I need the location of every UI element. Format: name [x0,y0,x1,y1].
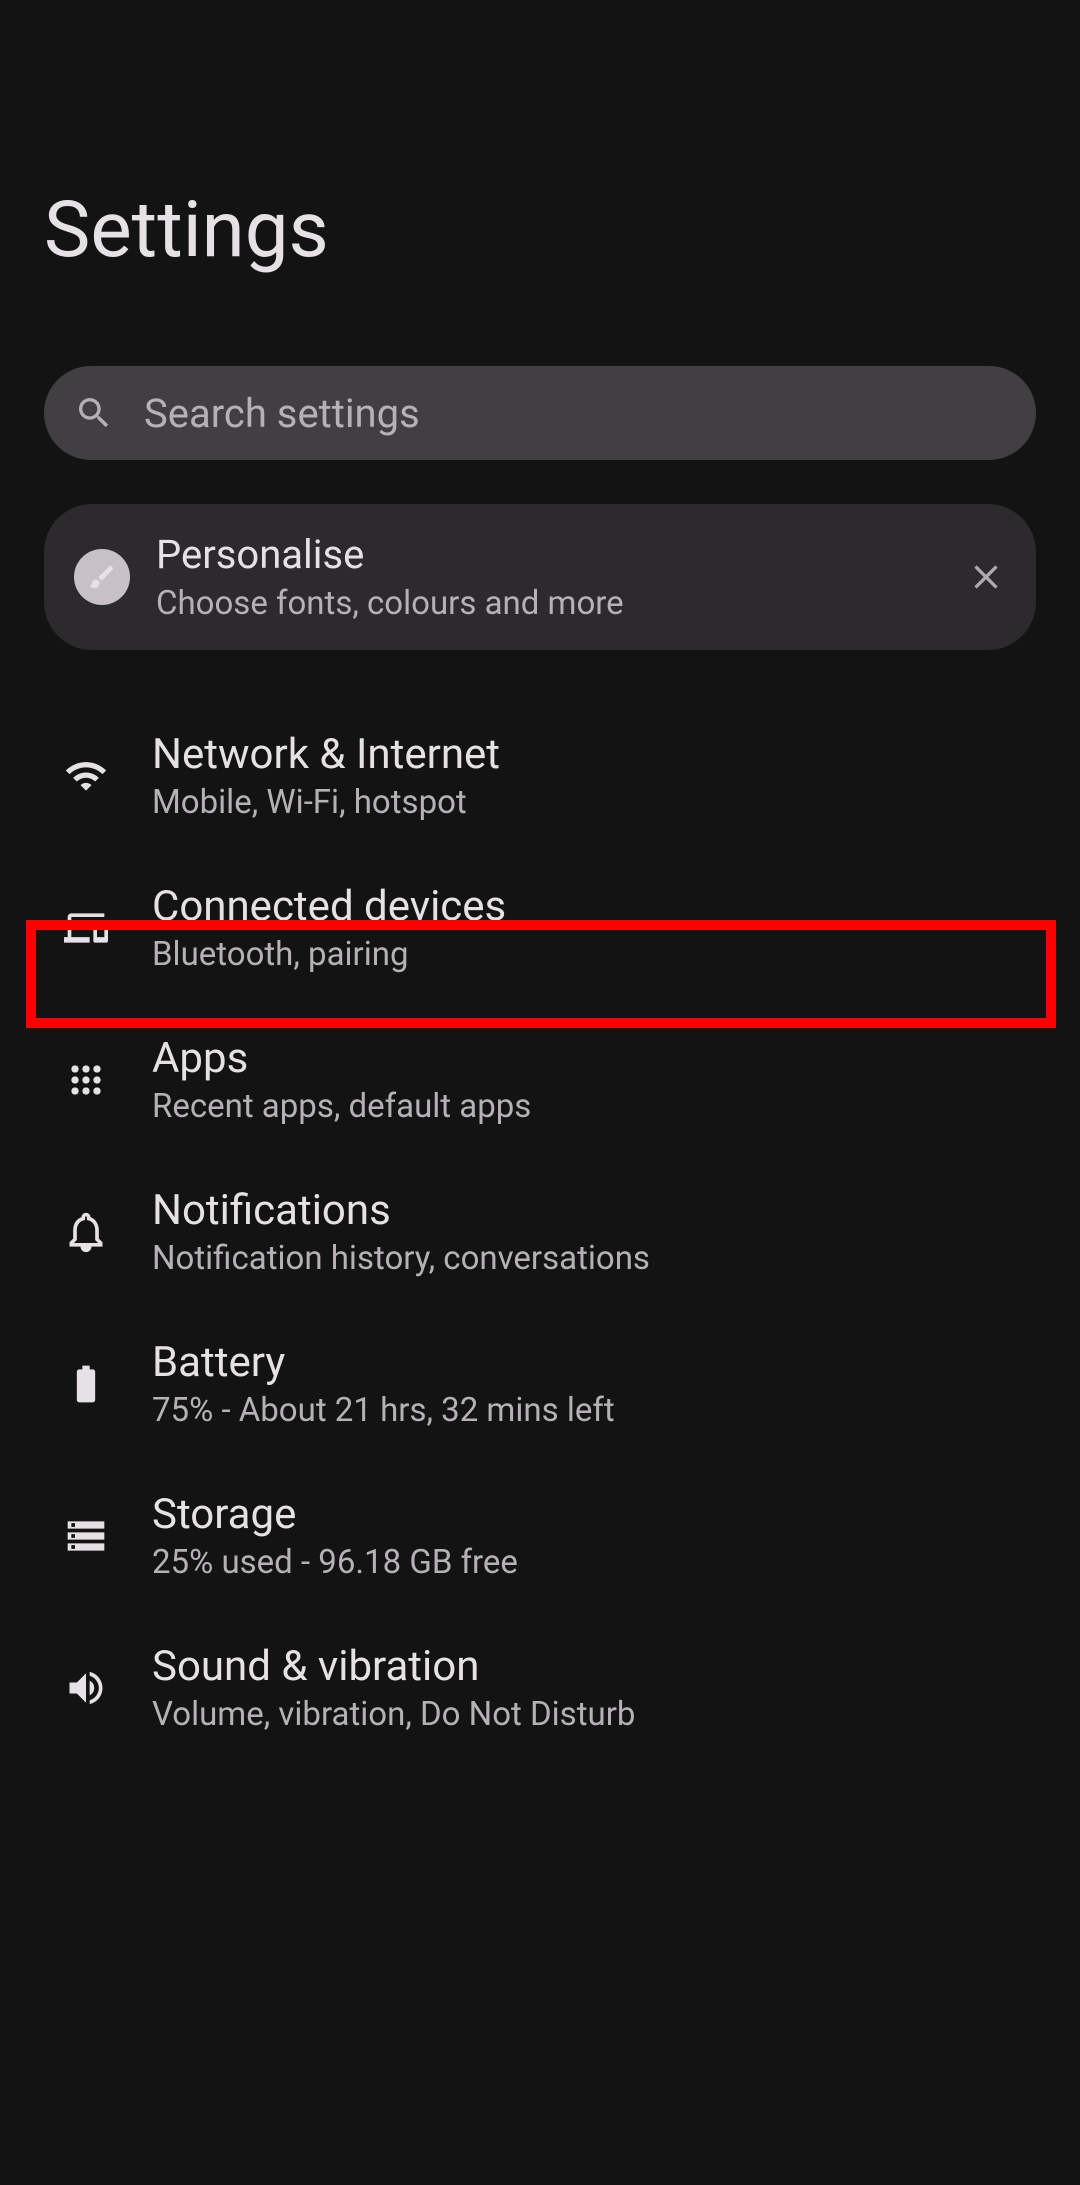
item-title: Network & Internet [152,730,1016,779]
brush-icon [74,549,130,605]
search-placeholder: Search settings [144,390,420,437]
item-title: Battery [152,1338,1016,1387]
item-title: Apps [152,1034,1016,1083]
page-title: Settings [44,0,1036,366]
item-title: Sound & vibration [152,1642,1016,1691]
item-subtitle: Recent apps, default apps [152,1087,1016,1126]
item-subtitle: 75% - About 21 hrs, 32 mins left [152,1391,1016,1430]
search-bar[interactable]: Search settings [44,366,1036,460]
settings-item-notifications[interactable]: Notifications Notification history, conv… [44,1156,1036,1308]
item-subtitle: 25% used - 96.18 GB free [152,1543,1016,1582]
storage-icon [64,1514,108,1558]
personalise-card[interactable]: Personalise Choose fonts, colours and mo… [44,504,1036,650]
item-subtitle: Volume, vibration, Do Not Disturb [152,1695,1016,1734]
bell-icon [64,1210,108,1254]
personalise-title: Personalise [156,531,966,578]
apps-icon [64,1058,108,1102]
devices-icon [64,906,108,950]
item-title: Connected devices [152,882,1016,931]
settings-item-storage[interactable]: Storage 25% used - 96.18 GB free [44,1460,1036,1612]
settings-item-connected-devices[interactable]: Connected devices Bluetooth, pairing [44,852,1036,1004]
settings-item-apps[interactable]: Apps Recent apps, default apps [44,1004,1036,1156]
search-icon [74,393,114,433]
settings-item-sound[interactable]: Sound & vibration Volume, vibration, Do … [44,1612,1036,1764]
item-subtitle: Notification history, conversations [152,1239,1016,1278]
volume-icon [64,1666,108,1710]
item-subtitle: Mobile, Wi-Fi, hotspot [152,783,1016,822]
item-subtitle: Bluetooth, pairing [152,935,1016,974]
item-title: Notifications [152,1186,1016,1235]
wifi-icon [64,754,108,798]
settings-item-battery[interactable]: Battery 75% - About 21 hrs, 32 mins left [44,1308,1036,1460]
battery-icon [64,1362,108,1406]
personalise-subtitle: Choose fonts, colours and more [156,584,966,623]
close-icon[interactable] [966,557,1006,597]
settings-item-network[interactable]: Network & Internet Mobile, Wi-Fi, hotspo… [44,700,1036,852]
item-title: Storage [152,1490,1016,1539]
